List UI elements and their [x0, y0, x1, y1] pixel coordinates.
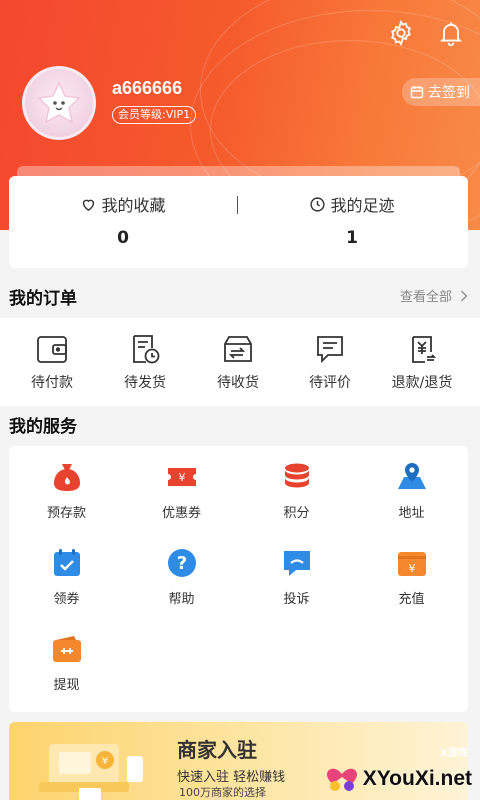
service-label: 帮助	[168, 592, 195, 607]
service-complaint[interactable]: 投诉	[239, 546, 354, 607]
service-label: 领券	[53, 592, 80, 607]
svg-text:¥: ¥	[102, 756, 108, 767]
service-deposit[interactable]: 预存款	[9, 460, 124, 521]
order-label: 待评价	[309, 375, 351, 391]
calendar-check-icon	[53, 549, 80, 576]
review-icon	[317, 336, 343, 364]
view-all-label: 查看全部	[399, 290, 452, 305]
history-stat[interactable]: 我的足迹 1	[252, 192, 452, 248]
wallet-icon	[37, 336, 67, 363]
order-refund[interactable]: 退款/退货	[377, 332, 467, 392]
heart-icon	[83, 199, 95, 211]
svg-text:¥: ¥	[178, 471, 185, 484]
withdraw-icon	[52, 636, 81, 662]
member-level-badge: 会员等级:VIP1	[112, 106, 197, 124]
gear-icon	[391, 19, 411, 47]
refund-icon	[412, 336, 437, 363]
orders-row: 待付款 待发货 待收货 待评价 退款/退货	[0, 318, 480, 406]
order-pending-review[interactable]: 待评价	[285, 332, 375, 392]
avatar[interactable]	[22, 66, 96, 140]
order-label: 退款/退货	[391, 375, 453, 391]
settings-button[interactable]	[386, 18, 416, 48]
banner-subtitle: 快速入驻 轻松赚钱	[177, 770, 286, 785]
location-icon	[397, 463, 426, 489]
favorites-stat[interactable]: 我的收藏 0	[23, 192, 223, 248]
order-pending-shipment[interactable]: 待发货	[100, 332, 190, 392]
notifications-button[interactable]	[436, 18, 466, 48]
coupon-icon: ¥	[167, 468, 196, 486]
card-shadow	[17, 166, 460, 176]
service-label: 充值	[398, 592, 425, 607]
watermark-text: XYouXi.net	[362, 767, 472, 790]
order-label: 待付款	[31, 375, 73, 391]
stats-divider	[237, 196, 238, 214]
history-count: 1	[346, 228, 358, 248]
stats-card: 我的收藏 0 我的足迹 1	[9, 166, 468, 268]
service-label: 地址	[398, 506, 425, 521]
services-title: 我的服务	[9, 417, 77, 437]
site-watermark: X游戏 XYouXi.net	[325, 748, 472, 794]
banner-title: 商家入驻	[177, 738, 257, 762]
checkin-label: 去签到	[428, 85, 470, 101]
box-icon	[224, 336, 252, 362]
history-label: 我的足迹	[330, 196, 395, 215]
order-pending-receipt[interactable]: 待收货	[193, 332, 283, 392]
bell-icon	[439, 22, 463, 47]
complaint-icon	[283, 551, 310, 576]
watermark-top: X游戏	[440, 748, 468, 759]
service-address[interactable]: 地址	[354, 460, 469, 521]
service-label: 提现	[53, 678, 80, 693]
svg-text:¥: ¥	[408, 562, 415, 575]
svg-text:?: ?	[176, 553, 186, 574]
help-icon: ?	[167, 549, 196, 577]
merchant-illustration: ¥	[39, 744, 143, 800]
service-claim-coupon[interactable]: 领券	[9, 546, 124, 607]
gamepad-logo-icon	[326, 768, 357, 791]
service-help[interactable]: ? 帮助	[124, 546, 239, 607]
points-icon	[284, 463, 309, 488]
pending-ship-icon	[133, 335, 160, 364]
calendar-icon	[410, 86, 424, 99]
order-label: 待收货	[217, 375, 259, 391]
star-mascot-icon	[37, 81, 81, 124]
favorites-label: 我的收藏	[101, 196, 166, 215]
service-label: 积分	[283, 506, 310, 521]
service-recharge[interactable]: ¥ 充值	[354, 546, 469, 607]
service-label: 优惠券	[161, 506, 201, 521]
orders-title: 我的订单	[9, 289, 77, 309]
service-withdraw[interactable]: 提现	[9, 632, 124, 693]
banner-subtitle-2: 100万商家的选择	[179, 786, 266, 799]
username: a666666	[112, 78, 183, 98]
checkin-button[interactable]: 去签到	[402, 78, 480, 106]
service-label: 预存款	[46, 506, 86, 521]
clock-icon	[310, 196, 326, 212]
service-points[interactable]: 积分	[239, 460, 354, 521]
chevron-right-icon	[460, 289, 468, 302]
services-grid: 预存款 ¥ 优惠券 积分 地址 领券 ? 帮助 投诉 ¥ 充值 提现	[9, 446, 468, 712]
order-pending-payment[interactable]: 待付款	[7, 332, 97, 392]
favorites-count: 0	[117, 228, 129, 248]
order-label: 待发货	[124, 375, 166, 391]
service-coupons[interactable]: ¥ 优惠券	[124, 460, 239, 521]
recharge-icon: ¥	[397, 552, 426, 576]
service-label: 投诉	[283, 592, 310, 607]
view-all-orders-link[interactable]: 查看全部	[400, 286, 468, 305]
money-bag-icon	[53, 464, 80, 491]
